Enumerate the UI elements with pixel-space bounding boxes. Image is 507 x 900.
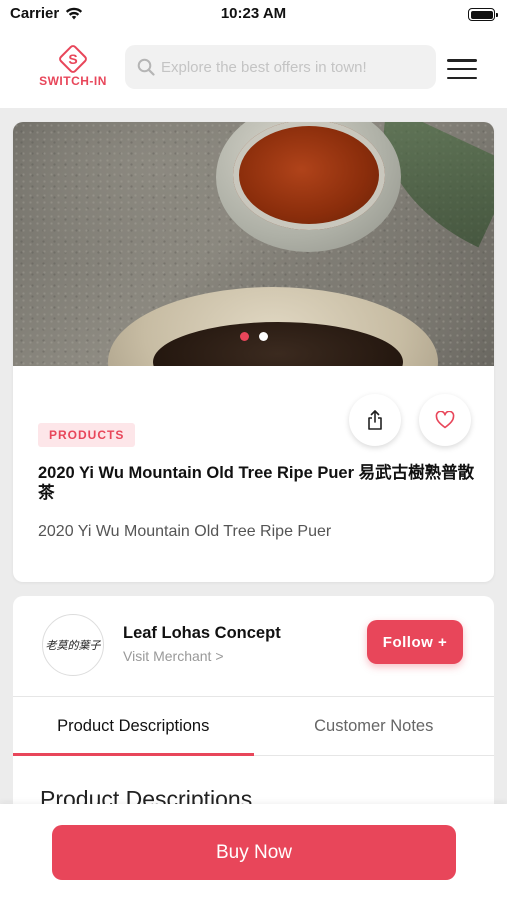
merchant-card: 老莫的葉子 Leaf Lohas Concept Visit Merchant …	[13, 596, 494, 816]
product-card: PRODUCTS 2020 Yi Wu Mountain Old Tree Ri…	[13, 122, 494, 582]
buy-now-button[interactable]: Buy Now	[52, 825, 456, 880]
app-header: S SWITCH-IN	[0, 28, 507, 108]
tea-liquid-image	[233, 122, 385, 230]
follow-button[interactable]: Follow +	[367, 620, 463, 664]
carousel-pagination	[240, 332, 268, 341]
status-time: 10:23 AM	[220, 5, 287, 22]
favorite-button[interactable]	[419, 394, 471, 446]
tab-product-descriptions[interactable]: Product Descriptions	[13, 697, 254, 756]
tab-customer-notes[interactable]: Customer Notes	[254, 697, 495, 755]
merchant-logo-text: 老莫的葉子	[45, 639, 101, 652]
product-image-carousel[interactable]	[13, 122, 494, 366]
carousel-dot-active[interactable]	[240, 332, 249, 341]
category-badge: PRODUCTS	[38, 423, 136, 447]
heart-icon	[435, 411, 455, 429]
visit-merchant-link[interactable]: Visit Merchant >	[123, 648, 224, 664]
search-input[interactable]	[161, 58, 431, 76]
battery-icon	[468, 8, 498, 21]
search-bar[interactable]	[125, 45, 436, 89]
merchant-name[interactable]: Leaf Lohas Concept	[123, 624, 281, 643]
switch-in-logo[interactable]: S SWITCH-IN	[33, 43, 113, 90]
product-title: 2020 Yi Wu Mountain Old Tree Ripe Puer 易…	[38, 464, 475, 502]
logo-text: SWITCH-IN	[39, 74, 107, 88]
product-subtitle: 2020 Yi Wu Mountain Old Tree Ripe Puer	[38, 523, 332, 540]
carousel-dot[interactable]	[259, 332, 268, 341]
merchant-avatar[interactable]: 老莫的葉子	[42, 614, 104, 676]
product-tabs: Product Descriptions Customer Notes	[13, 696, 494, 756]
share-icon	[368, 410, 382, 430]
status-bar: Carrier 10:23 AM	[0, 0, 507, 28]
bottom-action-bar: Buy Now	[0, 804, 507, 900]
share-button[interactable]	[349, 394, 401, 446]
search-icon	[137, 58, 155, 76]
logo-mark-icon: S	[57, 43, 89, 75]
hamburger-menu-icon[interactable]	[447, 59, 477, 79]
product-actions	[349, 394, 471, 446]
